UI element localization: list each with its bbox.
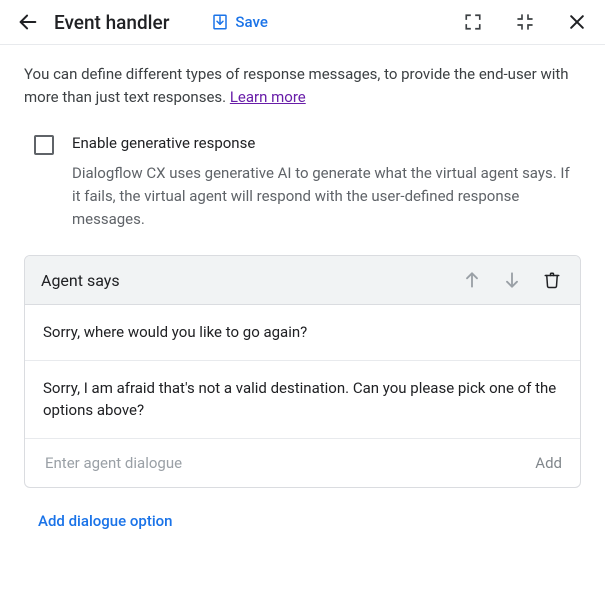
learn-more-link[interactable]: Learn more	[230, 88, 306, 106]
agent-response-row[interactable]: Sorry, I am afraid that's not a valid de…	[25, 361, 580, 439]
add-dialogue-option-button[interactable]: Add dialogue option	[38, 512, 173, 530]
generative-label: Enable generative response	[72, 134, 581, 152]
agent-dialogue-input[interactable]	[43, 453, 523, 473]
intro-text: You can define different types of respon…	[24, 63, 581, 110]
generative-response-option: Enable generative response Dialogflow CX…	[34, 134, 581, 232]
panel-header: Event handler Save	[0, 0, 605, 45]
close-icon[interactable]	[565, 10, 589, 34]
generative-description: Dialogflow CX uses generative AI to gene…	[72, 162, 581, 232]
save-label: Save	[235, 13, 267, 31]
agent-response-row[interactable]: Sorry, where would you like to go again?	[25, 305, 580, 361]
panel-body: You can define different types of respon…	[0, 45, 605, 554]
agent-says-title: Agent says	[41, 271, 444, 290]
move-down-icon[interactable]	[500, 268, 524, 292]
move-up-icon[interactable]	[460, 268, 484, 292]
agent-says-card: Agent says Sorry, where would you like t…	[24, 255, 581, 488]
agent-says-header: Agent says	[25, 256, 580, 305]
collapse-icon[interactable]	[513, 10, 537, 34]
generative-checkbox[interactable]	[34, 135, 54, 155]
panel-title: Event handler	[54, 11, 169, 34]
add-response-button[interactable]: Add	[535, 454, 562, 472]
save-button[interactable]: Save	[211, 13, 267, 31]
back-arrow-icon[interactable]	[16, 10, 40, 34]
save-icon	[211, 13, 229, 31]
agent-dialogue-input-row: Add	[25, 439, 580, 487]
expand-icon[interactable]	[461, 10, 485, 34]
delete-icon[interactable]	[540, 268, 564, 292]
